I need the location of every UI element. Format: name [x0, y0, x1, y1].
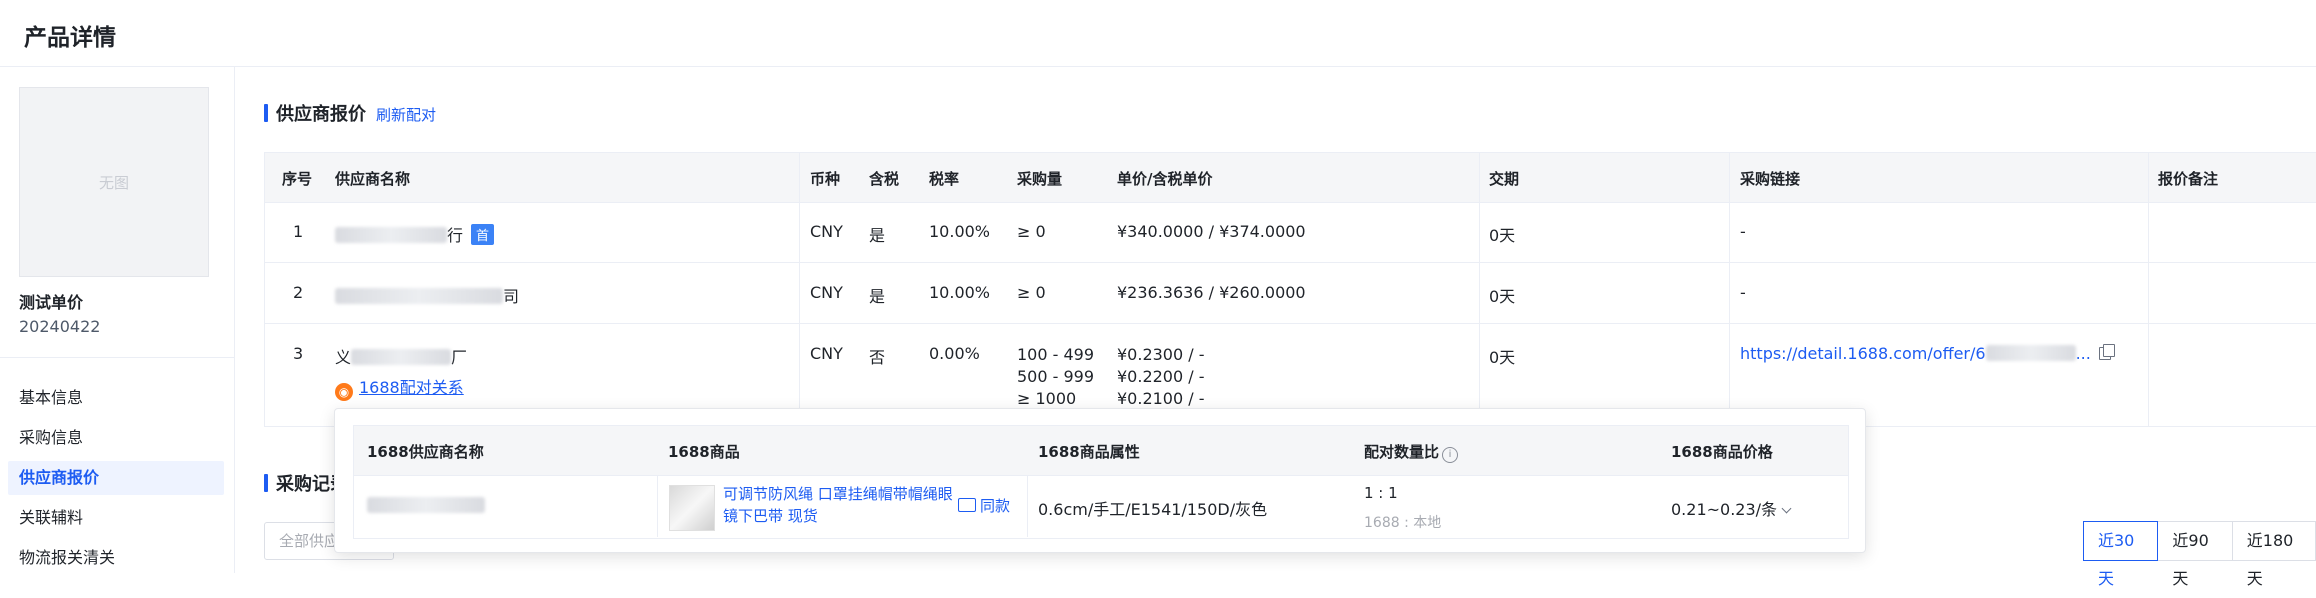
- currency-cell: CNY: [810, 283, 843, 302]
- purchase-link[interactable]: https://detail.1688.com/offer/6: [1740, 344, 1986, 363]
- table-row: 2 司 CNY 是 10.00% ≥ 0 ¥236.3636 / ¥260.00…: [265, 263, 2316, 324]
- sidebar-item-basic-info[interactable]: 基本信息: [0, 381, 224, 415]
- range-180-days[interactable]: 近180天: [2231, 521, 2316, 588]
- range-90-days[interactable]: 近90天: [2157, 521, 2233, 588]
- price-cell: ¥236.3636 / ¥260.0000: [1117, 283, 1306, 302]
- redacted-text: [367, 497, 485, 513]
- col-1688-product: 1688商品: [668, 443, 740, 461]
- 1688-price-cell[interactable]: 0.21~0.23/条: [1671, 496, 1792, 520]
- col-purchase-link: 采购链接: [1740, 170, 1801, 188]
- 1688-supplier-name: [367, 496, 485, 515]
- quantity-cell: ≥ 0: [1017, 283, 1046, 302]
- row-index: 2: [293, 283, 304, 302]
- top-bar: 产品详情: [0, 0, 2316, 67]
- pairing-table-header: 1688供应商名称 1688商品 1688商品属性 配对数量比 i 1688商品价…: [354, 426, 1848, 476]
- purchase-link-cell: -: [1740, 222, 1746, 241]
- date-range-group: 近30天 近90天 近180天: [2083, 521, 2316, 588]
- currency-cell: CNY: [810, 344, 843, 363]
- price-cell: ¥340.0000 / ¥374.0000: [1117, 222, 1306, 241]
- chevron-down-icon: [1781, 503, 1792, 514]
- col-tax: 含税: [869, 170, 900, 188]
- delivery-cell: 0天: [1489, 287, 1516, 306]
- col-quantity: 采购量: [1017, 170, 1063, 188]
- supplier-name: 司: [335, 283, 519, 307]
- sidebar-divider: [0, 357, 234, 358]
- sidebar-item-logistics[interactable]: 物流报关清关: [0, 541, 224, 575]
- col-index: 序号: [282, 170, 313, 188]
- col-1688-supplier: 1688供应商名称: [367, 443, 484, 461]
- product-name: 测试单价: [19, 293, 84, 312]
- same-style-button[interactable]: 同款: [958, 495, 1010, 516]
- thumbnail-placeholder: 无图: [98, 173, 129, 192]
- 1688-pairing-popover: 1688供应商名称 1688商品 1688商品属性 配对数量比 i 1688商品价…: [334, 408, 1866, 553]
- tax-cell: 是: [869, 287, 886, 306]
- supplier-quotes-table: 序号 供应商名称 币种 含税 税率 采购量 单价/含税单价 交期 采购链接 报价…: [264, 152, 2316, 427]
- quantity-cell: ≥ 0: [1017, 222, 1046, 241]
- col-quote-note: 报价备注: [2158, 170, 2219, 188]
- purchase-link-cell: -: [1740, 283, 1746, 302]
- rate-cell: 10.00%: [929, 222, 991, 241]
- column-divider: [1027, 475, 1028, 537]
- price-cell: ¥0.2300 / - ¥0.2200 / - ¥0.2100 / -: [1117, 345, 1205, 408]
- range-30-days[interactable]: 近30天: [2083, 521, 2159, 588]
- col-1688-attributes: 1688商品属性: [1038, 443, 1140, 461]
- row-index: 1: [293, 222, 304, 241]
- rate-cell: 0.00%: [929, 344, 980, 363]
- refresh-pairing-link[interactable]: 刷新配对: [376, 104, 436, 125]
- primary-badge: 首: [471, 224, 495, 245]
- table-header: 序号 供应商名称 币种 含税 税率 采购量 单价/含税单价 交期 采购链接 报价…: [265, 153, 2316, 203]
- tax-cell: 是: [869, 226, 886, 245]
- redacted-text: [1985, 345, 2076, 361]
- col-currency: 币种: [810, 170, 841, 188]
- supplier-name: 义厂: [335, 348, 468, 367]
- col-delivery: 交期: [1489, 170, 1520, 188]
- quantity-cell: 100 - 499 500 - 999 ≥ 1000: [1017, 345, 1095, 408]
- sidebar: 无图 测试单价 20240422 基本信息 采购信息 供应商报价 关联辅料 物流…: [0, 67, 235, 573]
- col-pair-ratio: 配对数量比 i: [1364, 441, 1459, 463]
- sidebar-item-purchase-info[interactable]: 采购信息: [0, 421, 224, 455]
- sidebar-item-related-materials[interactable]: 关联辅料: [0, 501, 224, 535]
- row-index: 3: [293, 344, 304, 363]
- supplier-name: 行首: [335, 222, 495, 246]
- pair-ratio-caption: 1688 : 本地: [1364, 515, 1442, 531]
- product-image: [669, 485, 715, 531]
- relation-link-wrapper: ◉ 1688配对关系: [335, 374, 464, 401]
- table-row: 1 行首 CNY 是 10.00% ≥ 0 ¥340.0000 / ¥374.0…: [265, 202, 2316, 263]
- copy-icon[interactable]: [2098, 344, 2115, 360]
- tax-cell: 否: [869, 348, 886, 367]
- pairing-table: 1688供应商名称 1688商品 1688商品属性 配对数量比 i 1688商品价…: [353, 425, 1849, 539]
- col-supplier-name: 供应商名称: [335, 170, 411, 188]
- 1688-product-cell: 可调节防风绳 口罩挂绳帽带帽绳眼 镜下巴带 现货 同款: [657, 475, 1027, 537]
- col-1688-price: 1688商品价格: [1671, 443, 1773, 461]
- sidebar-item-supplier-quotes[interactable]: 供应商报价: [8, 461, 224, 495]
- delivery-cell: 0天: [1489, 348, 1516, 367]
- info-icon[interactable]: i: [1442, 446, 1459, 463]
- rate-cell: 10.00%: [929, 283, 991, 302]
- delivery-cell: 0天: [1489, 226, 1516, 245]
- purchase-link-cell: https://detail.1688.com/offer/6...: [1740, 344, 2115, 363]
- 1688-relation-link[interactable]: 1688配对关系: [359, 378, 464, 397]
- currency-cell: CNY: [810, 222, 843, 241]
- product-thumbnail: 无图: [19, 87, 209, 277]
- image-search-icon: [958, 498, 976, 512]
- supplier-quotes-title: 供应商报价: [264, 100, 366, 126]
- pair-ratio-value: 1 : 1: [1364, 484, 1398, 502]
- 1688-product-title[interactable]: 可调节防风绳 口罩挂绳帽带帽绳眼 镜下巴带 现货: [723, 483, 953, 527]
- 1688-attributes-cell: 0.6cm/手工/E1541/150D/灰色: [1038, 500, 1268, 519]
- redacted-text: [335, 288, 503, 304]
- col-rate: 税率: [929, 170, 960, 188]
- product-code: 20240422: [19, 317, 101, 336]
- page-title: 产品详情: [24, 25, 116, 51]
- redacted-text: [351, 349, 452, 365]
- 1688-logo-icon: ◉: [335, 383, 353, 401]
- redacted-text: [335, 227, 447, 243]
- col-unit-price: 单价/含税单价: [1117, 170, 1213, 188]
